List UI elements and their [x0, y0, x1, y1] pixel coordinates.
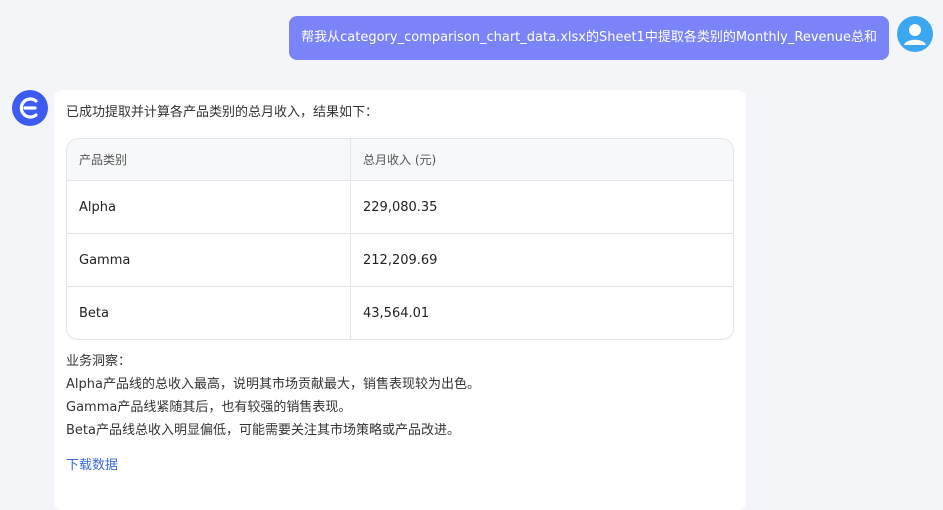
revenue-table-container: 产品类别 总月收入 (元) Alpha 229,080.35 Gamma 212…	[66, 138, 734, 340]
cell-revenue: 43,564.01	[350, 286, 733, 339]
table-row: Beta 43,564.01	[67, 286, 733, 339]
cell-revenue: 212,209.69	[350, 233, 733, 287]
person-icon	[904, 24, 926, 45]
bot-message-card: 已成功提取并计算各产品类别的总月收入，结果如下： 产品类别 总月收入 (元) A…	[54, 90, 746, 510]
revenue-table: 产品类别 总月收入 (元) Alpha 229,080.35 Gamma 212…	[67, 139, 733, 339]
table-header-row: 产品类别 总月收入 (元)	[67, 139, 733, 181]
download-data-link[interactable]: 下载数据	[66, 454, 118, 473]
header-revenue: 总月收入 (元)	[350, 139, 733, 181]
bot-intro-text: 已成功提取并计算各产品类别的总月收入，结果如下：	[66, 105, 379, 120]
insights-block: 业务洞察： Alpha产品线的总收入最高，说明其市场贡献最大，销售表现较为出色。…	[66, 350, 480, 442]
user-avatar[interactable]	[897, 16, 933, 52]
cell-revenue: 229,080.35	[363, 199, 438, 215]
header-category: 产品类别	[67, 139, 351, 181]
insight-line: Beta产品线总收入明显偏低，可能需要关注其市场策略或产品改进。	[66, 423, 460, 438]
insight-line: Alpha产品线的总收入最高，说明其市场贡献最大，销售表现较为出色。	[66, 377, 480, 392]
table-row: Gamma 212,209.69	[67, 233, 733, 287]
cell-category: Alpha	[67, 180, 351, 234]
user-message-bubble: 帮我从category_comparison_chart_data.xlsx的S…	[289, 16, 889, 60]
insights-title: 业务洞察：	[66, 354, 132, 369]
bot-avatar	[12, 90, 48, 126]
brand-e-icon	[19, 97, 38, 119]
cell-category: Beta	[67, 286, 351, 339]
cell-category: Gamma	[67, 233, 351, 287]
user-message-row: 帮我从category_comparison_chart_data.xlsx的S…	[289, 16, 933, 60]
table-row: Alpha 229,080.35	[67, 180, 733, 234]
insight-line: Gamma产品线紧随其后，也有较强的销售表现。	[66, 400, 352, 415]
